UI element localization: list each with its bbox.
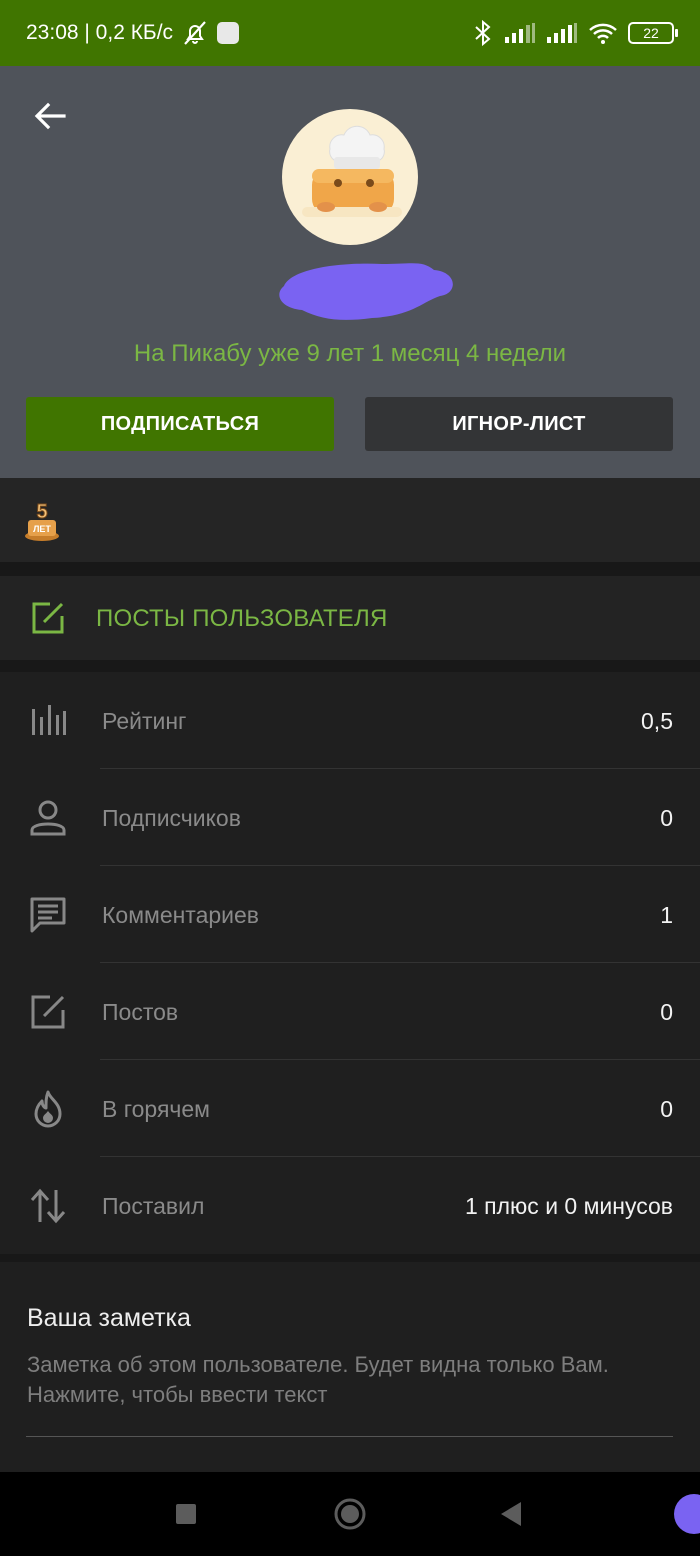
5-years-badge-icon[interactable]: 5 ЛЕТ xyxy=(22,498,62,542)
member-since-text: На Пикабу уже 9 лет 1 месяц 4 недели xyxy=(133,340,567,367)
fire-icon xyxy=(34,1090,62,1128)
stat-row-followers: Подписчиков 0 xyxy=(0,769,700,866)
stat-value: 0,5 xyxy=(641,708,673,734)
stat-label: Комментариев xyxy=(102,902,260,928)
svg-text:5: 5 xyxy=(36,501,47,523)
signal-icon-2 xyxy=(547,23,577,43)
avatar xyxy=(282,109,418,245)
divider xyxy=(0,1254,700,1262)
battery-level: 22 xyxy=(643,25,659,41)
back-arrow-icon[interactable] xyxy=(30,96,70,136)
stat-row-comments: Комментариев 1 xyxy=(0,866,700,963)
signal-icon-1 xyxy=(505,23,535,43)
ignore-list-button[interactable]: ИГНОР-ЛИСТ xyxy=(365,397,673,451)
divider xyxy=(0,660,700,672)
divider xyxy=(0,562,700,576)
stat-value: 1 xyxy=(660,902,673,928)
subscribe-button-label: ПОДПИСАТЬСЯ xyxy=(100,412,260,435)
svg-text:ЛЕТ: ЛЕТ xyxy=(33,524,51,534)
note-title: Ваша заметка xyxy=(27,1304,191,1332)
stat-value: 0 xyxy=(660,805,673,831)
user-note-field[interactable]: Ваша заметка Заметка об этом пользовател… xyxy=(0,1262,700,1472)
stat-label: В горячем xyxy=(102,1096,210,1122)
stat-label: Поставил xyxy=(102,1193,205,1219)
battery-icon: 22 xyxy=(628,22,678,44)
stat-value: 0 xyxy=(660,1096,673,1122)
muted-bell-icon xyxy=(184,21,206,45)
stat-row-hot: В горячем 0 xyxy=(0,1060,700,1157)
edit-post-icon xyxy=(31,995,65,1029)
awards-row: 5 ЛЕТ xyxy=(0,478,700,562)
profile-header: На Пикабу уже 9 лет 1 месяц 4 недели ПОД… xyxy=(0,66,700,478)
system-nav-bar xyxy=(0,1472,700,1556)
stat-label: Постов xyxy=(102,999,179,1025)
stats-list: Рейтинг 0,5 Подписчиков 0 Комментариев 1… xyxy=(0,672,700,1254)
note-placeholder: Заметка об этом пользователе. Будет видн… xyxy=(27,1352,609,1407)
stat-row-posts: Постов 0 xyxy=(0,963,700,1060)
stat-row-rating: Рейтинг 0,5 xyxy=(0,672,700,769)
edit-post-icon xyxy=(32,602,64,634)
user-posts-link[interactable]: ПОСТЫ ПОЛЬЗОВАТЕЛЯ xyxy=(0,576,700,660)
recents-button[interactable] xyxy=(176,1504,196,1524)
nav-back-icon[interactable] xyxy=(499,1500,523,1528)
stat-label: Подписчиков xyxy=(102,805,241,831)
stat-label: Рейтинг xyxy=(102,708,187,734)
note-underline xyxy=(26,1436,673,1437)
up-down-arrows-icon xyxy=(30,1188,66,1224)
comment-icon xyxy=(30,897,66,933)
status-time-speed: 23:08 | 0,2 КБ/с xyxy=(26,21,174,44)
person-icon xyxy=(30,800,66,836)
bar-chart-icon xyxy=(32,705,66,735)
stat-row-votes: Поставил 1 плюс и 0 минусов xyxy=(0,1157,700,1254)
bluetooth-icon xyxy=(475,20,491,46)
stat-value: 1 плюс и 0 минусов xyxy=(465,1193,673,1219)
floating-bubble[interactable] xyxy=(674,1494,700,1534)
user-posts-label: ПОСТЫ ПОЛЬЗОВАТЕЛЯ xyxy=(96,605,388,632)
subscribe-button[interactable]: ПОДПИСАТЬСЯ xyxy=(26,397,334,451)
home-button[interactable] xyxy=(334,1498,366,1530)
chef-hamster-icon xyxy=(302,125,402,217)
notification-app-icon xyxy=(217,22,240,44)
wifi-icon xyxy=(589,23,617,44)
ignore-list-button-label: ИГНОР-ЛИСТ xyxy=(452,412,586,435)
stat-value: 0 xyxy=(660,999,673,1025)
redacted-username xyxy=(279,263,453,320)
status-bar: 23:08 | 0,2 КБ/с 22 xyxy=(0,0,700,66)
